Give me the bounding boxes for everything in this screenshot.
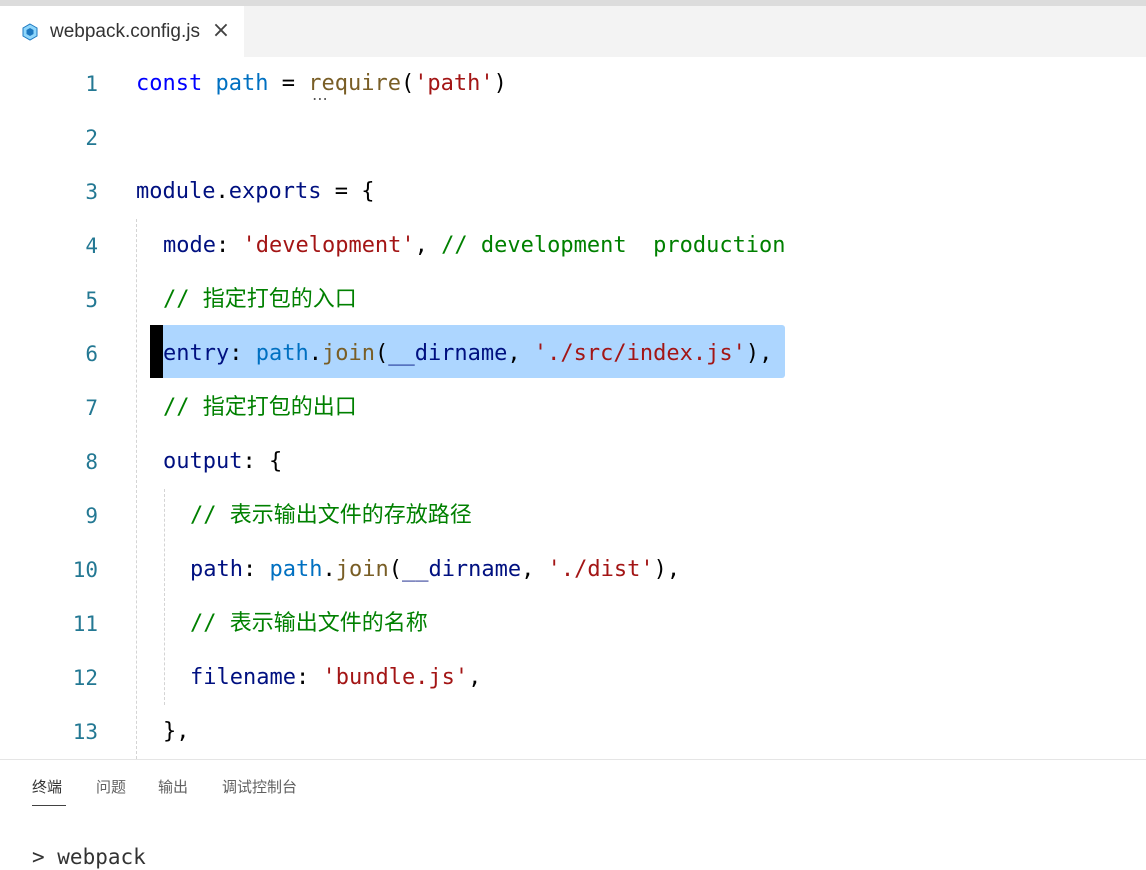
editor-tab-bar: webpack.config.js × xyxy=(0,6,1146,57)
code-editor[interactable]: 1 const path = require('path') ⋯ 2 3 mod… xyxy=(0,57,1146,759)
code-comment: // 表示输出文件的名称 xyxy=(190,611,428,636)
tab-webpack-config[interactable]: webpack.config.js × xyxy=(0,6,244,57)
terminal-command[interactable]: > webpack xyxy=(32,844,146,870)
line-number: 5 xyxy=(85,288,98,312)
line-number: 3 xyxy=(85,180,98,204)
code-text: mode: 'development', // development prod… xyxy=(163,233,786,258)
line-number: 12 xyxy=(72,666,98,690)
line-number: 1 xyxy=(85,72,98,96)
code-line-6: 6 entry: path.join(__dirname, './src/ind… xyxy=(0,327,1146,381)
code-line-3: 3 module.exports = { xyxy=(0,165,1146,219)
tab-problems[interactable]: 问题 xyxy=(96,776,126,798)
tab-output[interactable]: 输出 xyxy=(158,776,188,798)
line-number: 8 xyxy=(85,450,98,474)
tab-terminal[interactable]: 终端 xyxy=(32,776,62,798)
tab-debug-console[interactable]: 调试控制台 xyxy=(222,776,297,798)
bottom-panel: 终端 问题 输出 调试控制台 > webpack xyxy=(0,759,1146,869)
hover-ellipsis-icon[interactable]: ⋯ xyxy=(312,89,328,108)
code-text: entry: path.join(__dirname, './src/index… xyxy=(163,341,773,366)
active-tab-indicator xyxy=(32,805,66,806)
code-line-13: 13 }, xyxy=(0,705,1146,759)
code-text: filename: 'bundle.js', xyxy=(190,665,482,690)
line-number: 9 xyxy=(85,504,98,528)
line-number: 11 xyxy=(72,612,98,636)
line-number: 7 xyxy=(85,396,98,420)
code-line-5: 5 // 指定打包的入口 xyxy=(0,273,1146,327)
code-line-2: 2 xyxy=(0,111,1146,165)
line-number: 13 xyxy=(72,720,98,744)
code-comment: // 指定打包的出口 xyxy=(163,395,357,420)
code-comment: // 指定打包的入口 xyxy=(163,287,357,312)
tab-label: webpack.config.js xyxy=(50,21,200,42)
line-number: 4 xyxy=(85,234,98,258)
webpack-cube-icon xyxy=(22,23,38,41)
line-number: 2 xyxy=(85,126,98,150)
code-comment: // 表示输出文件的存放路径 xyxy=(190,503,472,528)
code-text: path: path.join(__dirname, './dist'), xyxy=(190,557,681,582)
code-line-11: 11 // 表示输出文件的名称 xyxy=(0,597,1146,651)
code-text: module.exports = { xyxy=(136,179,375,204)
code-line-9: 9 // 表示输出文件的存放路径 xyxy=(0,489,1146,543)
code-line-8: 8 output: { xyxy=(0,435,1146,489)
code-text: output: { xyxy=(163,449,283,474)
line-number: 6 xyxy=(85,342,98,366)
close-icon[interactable]: × xyxy=(210,18,232,44)
code-line-10: 10 path: path.join(__dirname, './dist'), xyxy=(0,543,1146,597)
code-line-7: 7 // 指定打包的出口 xyxy=(0,381,1146,435)
code-line-1: 1 const path = require('path') xyxy=(0,57,1146,111)
code-line-12: 12 filename: 'bundle.js', xyxy=(0,651,1146,705)
line-number: 10 xyxy=(72,558,98,582)
code-text: }, xyxy=(163,719,190,744)
code-line-4: 4 mode: 'development', // development pr… xyxy=(0,219,1146,273)
